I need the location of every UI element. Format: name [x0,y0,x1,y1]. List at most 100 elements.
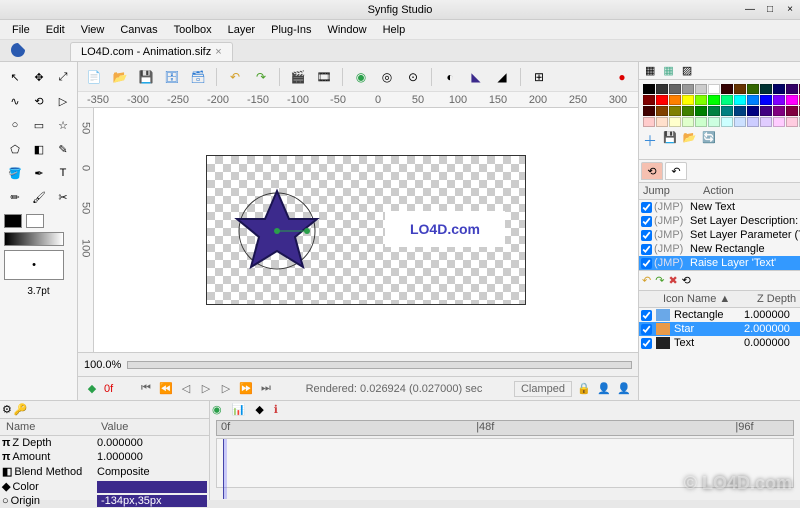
pointer-tool[interactable]: ↖ [4,66,26,88]
palette-color[interactable] [708,84,720,94]
layer-visible-checkbox[interactable] [641,324,652,335]
palette-menu-icon[interactable]: ▦ [645,64,655,77]
render-icon[interactable]: 🎬 [288,67,308,87]
palette-color[interactable] [695,106,707,116]
current-frame[interactable]: 0f [104,383,134,395]
brush-preview[interactable] [4,250,64,280]
swap-bg-icon[interactable]: ◣ [466,67,486,87]
palette-color[interactable] [760,84,772,94]
rotate-tool[interactable]: ⟲ [28,90,50,112]
redo-hist-icon[interactable]: ↷ [655,274,664,287]
maximize-button[interactable]: □ [764,4,776,16]
anim-mode-icon[interactable]: 🔒 [576,381,592,397]
palette-color[interactable] [760,106,772,116]
brush-tool[interactable]: 🖌 [28,186,50,208]
palette-color[interactable] [721,106,733,116]
artboard[interactable]: LO4D.com [206,155,526,305]
history-checkbox[interactable] [641,216,652,227]
timetrack-tab[interactable]: ◉ [212,403,222,416]
onion-next-icon[interactable]: ⊙ [403,67,423,87]
seek-prev-kf-icon[interactable]: ⏪ [158,381,174,397]
polygon-tool[interactable]: ⬠ [4,138,26,160]
palette-color[interactable] [760,95,772,105]
save-as-icon[interactable]: 🗄 [162,67,182,87]
menu-toolbox[interactable]: Toolbox [168,22,218,38]
palette-color[interactable] [721,95,733,105]
open-file-icon[interactable]: 📂 [110,67,130,87]
palette-color[interactable] [747,84,759,94]
history-row[interactable]: (JMP)New Rectangle [639,242,800,256]
smooth-tool[interactable]: ∿ [4,90,26,112]
palette-color[interactable] [643,117,655,127]
layer-visible-checkbox[interactable] [641,338,652,349]
history-row[interactable]: (JMP)Raise Layer 'Text' [639,256,800,270]
past-keyframe-icon[interactable]: 👤 [616,381,632,397]
history-row[interactable]: (JMP)New Text [639,200,800,214]
palette-color[interactable] [643,106,655,116]
palette-color[interactable] [760,117,772,127]
layers-col-name[interactable]: Name ▲ [683,291,753,307]
onion-toggle-icon[interactable]: ◎ [377,67,397,87]
seek-next-kf-icon[interactable]: ⏩ [238,381,254,397]
history-row[interactable]: (JMP)Set Layer Description: 'Text' -> 'T… [639,214,800,228]
fill-color-swatch[interactable] [26,214,44,228]
history-checkbox[interactable] [641,244,652,255]
minimize-button[interactable]: — [744,4,756,16]
fill-tool[interactable]: 🪣 [4,162,26,184]
palette-color[interactable] [708,95,720,105]
star-layer[interactable] [227,181,327,281]
timeline-ruler[interactable]: 0f |48f |96f [216,420,794,436]
palette-color[interactable] [669,95,681,105]
palette-color[interactable] [695,84,707,94]
param-row[interactable]: ○ Origin-134px,35px [0,494,209,508]
clear-undo-icon[interactable]: ✖ [668,274,677,287]
keyframes-tab[interactable]: ◆ [255,403,263,416]
history-tab[interactable]: ⟲ [641,162,663,180]
palette-color[interactable] [656,106,668,116]
document-tab[interactable]: LO4D.com - Animation.sifz × [70,42,233,61]
palette-color[interactable] [643,84,655,94]
palette-color[interactable] [773,84,785,94]
preview-icon[interactable]: 🎞 [314,67,334,87]
palette-color[interactable] [773,106,785,116]
palette-color[interactable] [708,117,720,127]
palette-color[interactable] [747,106,759,116]
palette-color[interactable] [786,95,798,105]
new-file-icon[interactable]: 📄 [84,67,104,87]
zoom-level[interactable]: 100.0% [84,359,121,371]
save-all-icon[interactable]: 🗃 [188,67,208,87]
history-checkbox[interactable] [641,258,652,269]
redo-icon[interactable]: ↷ [251,67,271,87]
canvas[interactable]: LO4D.com [94,108,638,352]
menu-help[interactable]: Help [377,22,412,38]
palette-color[interactable] [721,84,733,94]
palette-save-icon[interactable]: 💾 [663,131,677,151]
history-row[interactable]: (JMP)Set Layer Parameter (Text):Origin [639,228,800,242]
cutout-tool[interactable]: ✂ [52,186,74,208]
text-tool[interactable]: T [52,162,74,184]
palette-color[interactable] [669,84,681,94]
palette-color[interactable] [669,117,681,127]
palette-default-icon[interactable]: 🔄 [702,131,716,151]
palette-color[interactable] [747,117,759,127]
palette-color[interactable] [734,95,746,105]
palette-add-icon[interactable]: ▦ [663,64,673,77]
zoom-slider[interactable] [127,361,632,369]
palette-color[interactable] [643,95,655,105]
rectangle-tool[interactable]: ▭ [28,114,50,136]
sketch-tool[interactable]: ✏ [4,186,26,208]
circle-tool[interactable]: ○ [4,114,26,136]
grid-icon[interactable]: ⊞ [529,67,549,87]
param-row[interactable]: π Amount1.000000 [0,450,209,464]
outline-color-swatch[interactable] [4,214,22,228]
gradient-tool[interactable]: ◧ [28,138,50,160]
menu-canvas[interactable]: Canvas [114,22,163,38]
seek-prev-icon[interactable]: ◁ [178,381,194,397]
star-tool[interactable]: ☆ [52,114,74,136]
text-layer[interactable]: LO4D.com [385,211,505,247]
palette-open-icon[interactable]: 📂 [683,131,697,151]
palette-color[interactable] [682,84,694,94]
bline-tool[interactable]: ✎ [52,138,74,160]
clear-redo-icon[interactable]: ⟲ [682,274,691,287]
menu-edit[interactable]: Edit [40,22,71,38]
